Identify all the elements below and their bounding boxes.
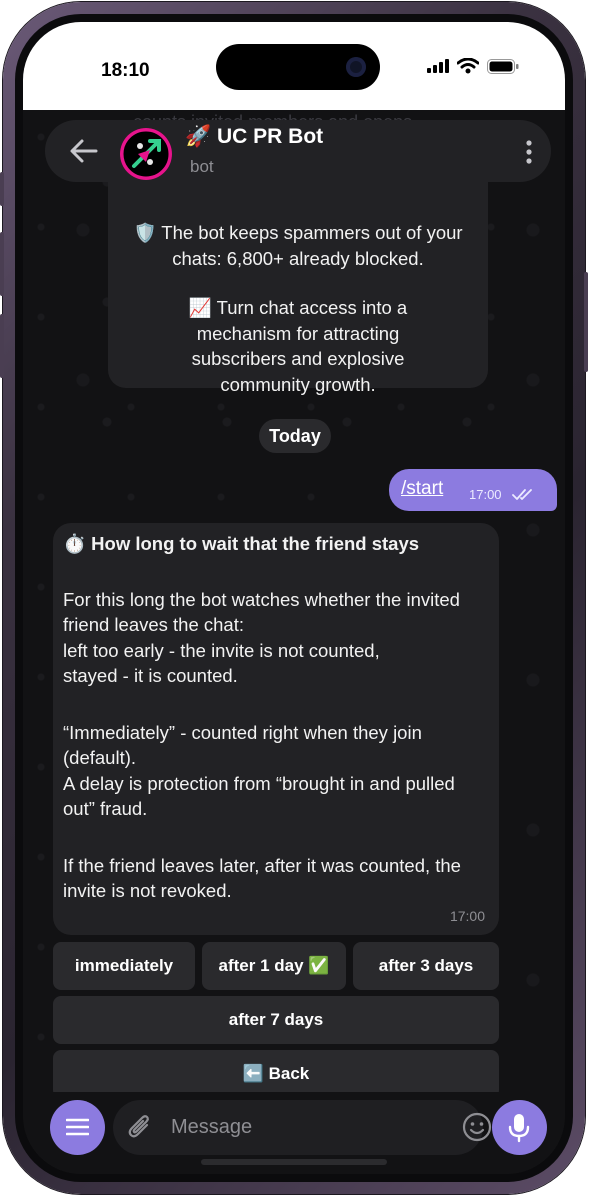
outgoing-message: /start 17:00 bbox=[389, 469, 557, 511]
date-separator: Today bbox=[259, 419, 331, 453]
screen: 18:10 counts invited members and opens 🛡… bbox=[23, 22, 565, 1174]
back-button[interactable]: ⬅️ Back bbox=[53, 1050, 499, 1098]
message-placeholder: Message bbox=[171, 1116, 253, 1138]
back-arrow-icon[interactable] bbox=[69, 137, 99, 165]
dynamic-island bbox=[216, 44, 380, 90]
front-camera bbox=[346, 57, 366, 77]
reply-title: ⏱️ How long to wait that the friend stay… bbox=[63, 533, 420, 554]
message-time: 17:00 bbox=[449, 907, 485, 924]
after-3-days-button[interactable]: after 3 days bbox=[353, 942, 499, 990]
status-time: 18:10 bbox=[101, 60, 150, 81]
wifi-icon bbox=[457, 58, 479, 74]
reply-paragraph: stayed - it is counted. bbox=[63, 665, 238, 686]
message-time: 17:00 bbox=[469, 487, 502, 502]
chat-header: 🚀 UC PR Bot bot bbox=[45, 120, 551, 182]
voice-record-button[interactable] bbox=[492, 1100, 547, 1155]
more-vertical-icon[interactable] bbox=[525, 140, 533, 164]
battery-icon bbox=[487, 58, 519, 74]
menu-icon bbox=[66, 1118, 89, 1136]
attach-icon[interactable] bbox=[127, 1113, 153, 1141]
double-check-icon bbox=[512, 489, 532, 500]
bot-menu-button[interactable] bbox=[50, 1100, 105, 1155]
reply-paragraph: If the friend leaves later, after it was… bbox=[63, 854, 461, 902]
signal-icon bbox=[427, 59, 449, 73]
immediately-button[interactable]: immediately bbox=[53, 942, 195, 990]
reply-paragraph: A delay is protection from “brought in a… bbox=[63, 772, 455, 820]
status-icons bbox=[427, 58, 519, 74]
microphone-icon bbox=[508, 1114, 530, 1143]
after-7-days-button[interactable]: after 7 days bbox=[53, 996, 499, 1044]
power-button bbox=[584, 272, 588, 372]
chat-subtitle: bot bbox=[190, 157, 214, 176]
reply-paragraph: For this long the bot watches whether th… bbox=[63, 588, 460, 636]
intro-message: 🛡️ The bot keeps spammers out of your ch… bbox=[108, 182, 488, 395]
bot-reply-message: ⏱️ How long to wait that the friend stay… bbox=[53, 523, 499, 935]
bot-logo-icon bbox=[120, 128, 172, 180]
home-indicator[interactable] bbox=[201, 1159, 387, 1165]
volume-up-button bbox=[0, 232, 4, 296]
after-1-day-button[interactable]: after 1 day ✅ bbox=[202, 942, 346, 990]
reply-paragraph: left too early - the invite is not count… bbox=[63, 639, 380, 661]
intro-line-growth: 📈 Turn chat access into a mechanism for … bbox=[188, 297, 408, 395]
status-bar: 18:10 bbox=[23, 22, 565, 110]
start-command-link[interactable]: /start bbox=[401, 478, 443, 500]
action-button bbox=[0, 172, 4, 206]
phone-frame: 18:10 counts invited members and opens 🛡… bbox=[0, 2, 588, 1194]
chat-title[interactable]: 🚀 UC PR Bot bbox=[185, 125, 323, 149]
volume-down-button bbox=[0, 314, 4, 378]
bot-avatar[interactable] bbox=[120, 128, 172, 180]
emoji-icon[interactable] bbox=[461, 1111, 493, 1143]
message-input[interactable]: Message bbox=[113, 1100, 492, 1155]
reply-paragraph: “Immediately” - counted right when they … bbox=[63, 721, 422, 769]
intro-line-spam: 🛡️ The bot keeps spammers out of your ch… bbox=[133, 222, 463, 269]
